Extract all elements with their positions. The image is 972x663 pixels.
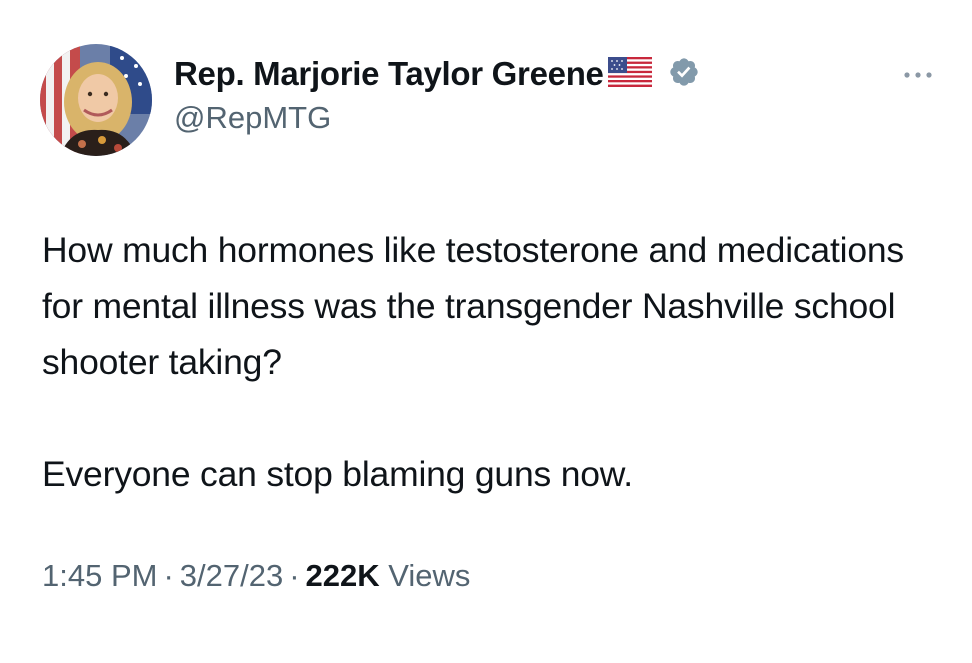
tweet-paragraph-1: How much hormones like testosterone and … <box>42 230 904 382</box>
more-options-icon[interactable] <box>900 68 936 82</box>
author-name-row: Rep. Marjorie Taylor Greene <box>174 52 700 96</box>
tweet-meta: 1:45 PM · 3/27/23 · 222K Views <box>42 558 470 594</box>
avatar[interactable] <box>40 44 152 156</box>
author-display-name[interactable]: Rep. Marjorie Taylor Greene <box>174 55 604 93</box>
flag-us-icon <box>607 56 652 92</box>
author-block: Rep. Marjorie Taylor Greene @RepMTG <box>174 52 700 136</box>
tweet-paragraph-2: Everyone can stop blaming guns now. <box>42 454 633 494</box>
views-count[interactable]: 222K <box>306 558 380 593</box>
tweet-text: How much hormones like testosterone and … <box>42 222 942 502</box>
meta-separator: · <box>163 558 174 593</box>
meta-separator: · <box>289 558 300 593</box>
tweet-time[interactable]: 1:45 PM <box>42 558 157 593</box>
avatar-image <box>40 44 152 156</box>
tweet-card: Rep. Marjorie Taylor Greene @RepMTG How … <box>0 0 972 663</box>
views-label: Views <box>388 558 471 593</box>
tweet-date[interactable]: 3/27/23 <box>180 558 283 593</box>
verified-badge-icon[interactable] <box>668 56 700 93</box>
author-handle[interactable]: @RepMTG <box>174 100 700 136</box>
